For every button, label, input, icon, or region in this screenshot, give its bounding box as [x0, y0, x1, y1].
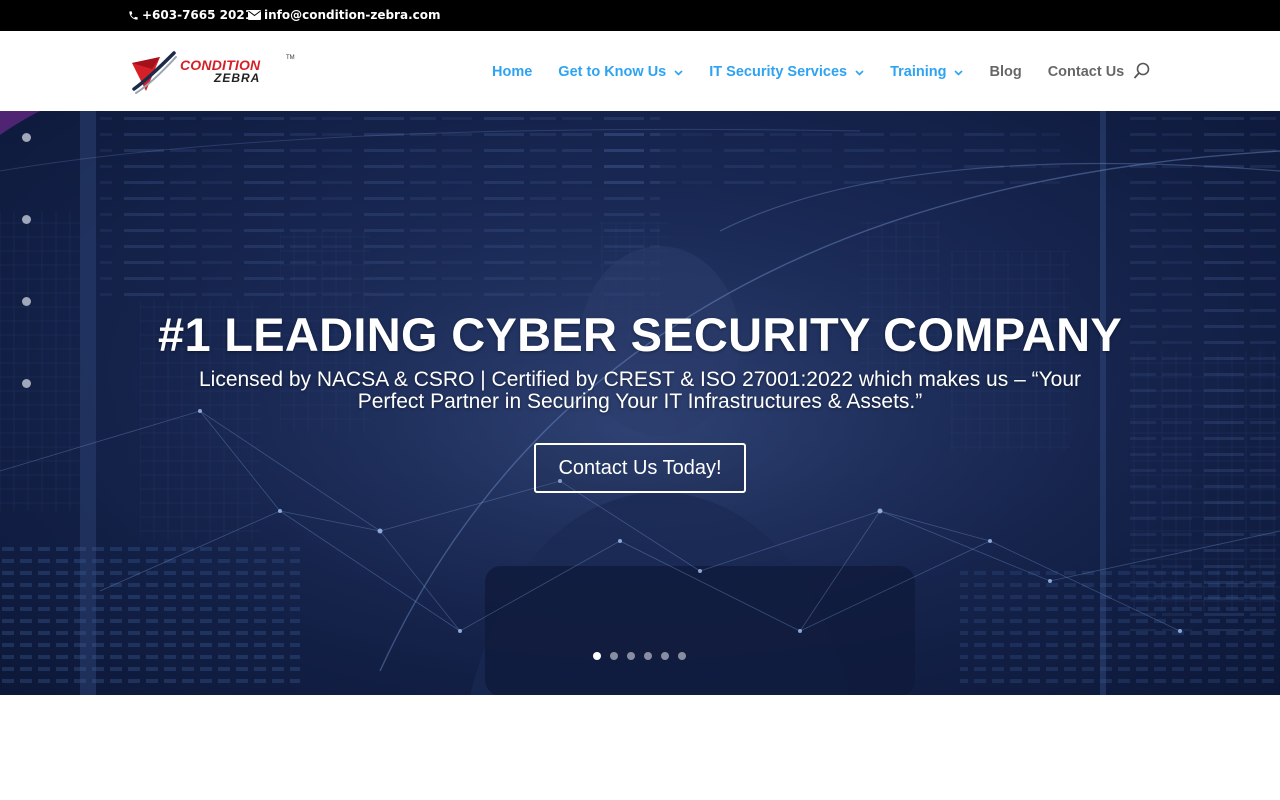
envelope-icon [248, 10, 261, 20]
slider-pagination [593, 652, 686, 660]
nav-item-blog[interactable]: Blog [989, 64, 1021, 80]
side-nav-dot[interactable] [22, 297, 31, 306]
slider-dot-1[interactable] [593, 652, 601, 660]
side-nav-dot[interactable] [22, 133, 31, 142]
nav-item-get-to-know-us[interactable]: Get to Know Us [558, 64, 683, 80]
logo-trademark: TM [286, 55, 295, 61]
slider-dot-3[interactable] [627, 652, 635, 660]
nav-item-label: Contact Us [1047, 64, 1125, 80]
logo[interactable]: CONDITION TM ZEBRA [130, 49, 300, 95]
topbar-phone[interactable]: +603-7665 2021 [128, 8, 253, 22]
slider-dot-4[interactable] [644, 652, 652, 660]
logo-mark [132, 51, 177, 94]
slider-dot-6[interactable] [678, 652, 686, 660]
nav-item-home[interactable]: Home [492, 64, 532, 80]
slider-dot-2[interactable] [610, 652, 618, 660]
chevron-down-icon [855, 64, 864, 80]
search-icon [1133, 62, 1151, 84]
hero-title: #1 LEADING CYBER SECURITY COMPANY [158, 308, 1122, 361]
nav-item-training[interactable]: Training [890, 64, 964, 80]
nav-item-contact-us[interactable]: Contact Us [1048, 64, 1125, 80]
chevron-down-icon [954, 64, 964, 80]
logo-text-zebra: ZEBRA [214, 71, 261, 85]
nav-item-label: Blog [989, 64, 1022, 80]
phone-icon [128, 10, 139, 21]
topbar-email-text: info@condition-zebra.com [264, 8, 441, 22]
side-nav-dot[interactable] [22, 379, 31, 388]
topbar-phone-text: +603-7665 2021 [142, 8, 254, 22]
nav-item-label: Training [890, 64, 947, 80]
main-nav: Home Get to Know Us IT Security Services… [492, 62, 1150, 82]
search-button[interactable] [1133, 62, 1151, 84]
nav-item-label: Home [492, 64, 533, 80]
topbar-email[interactable]: info@condition-zebra.com [248, 8, 441, 22]
contact-us-today-button[interactable]: Contact Us Today! [534, 443, 746, 493]
hero-subtitle: Licensed by NACSA & CSRO | Certified by … [198, 368, 1082, 413]
nav-item-label: IT Security Services [709, 64, 848, 80]
nav-item-it-security-services[interactable]: IT Security Services [709, 64, 864, 80]
nav-item-label: Get to Know Us [558, 64, 667, 80]
top-bar: +603-7665 2021 info@condition-zebra.com [0, 0, 1280, 31]
slider-dot-5[interactable] [661, 652, 669, 660]
site-header: CONDITION TM ZEBRA Home Get to Know Us I… [0, 31, 1280, 111]
chevron-down-icon [674, 64, 683, 80]
side-nav-dot[interactable] [22, 215, 31, 224]
hero-slider: #1 LEADING CYBER SECURITY COMPANY Licens… [0, 111, 1280, 695]
